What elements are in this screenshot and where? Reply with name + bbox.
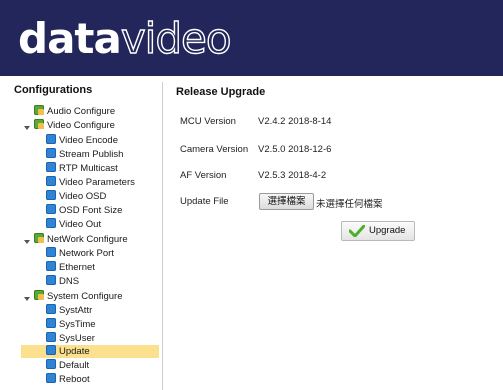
af-version-value: V2.5.3 2018-4-2: [258, 170, 327, 181]
page-icon: [46, 359, 56, 369]
page-icon: [46, 318, 56, 328]
sidebar-item-reboot[interactable]: Reboot: [46, 373, 90, 386]
mcu-version-value: V2.4.2 2018-8-14: [258, 116, 332, 127]
sidebar-item-video-parameters[interactable]: Video Parameters: [46, 176, 135, 189]
sidebar-item-video-osd[interactable]: Video OSD: [46, 190, 106, 203]
page-icon: [46, 304, 56, 314]
page-icon: [46, 176, 56, 186]
page-icon: [46, 190, 56, 200]
sidebar-item-label: System Configure: [47, 291, 123, 302]
folder-icon: [34, 105, 44, 115]
page-icon: [46, 134, 56, 144]
sidebar-item-label: NetWork Configure: [47, 234, 128, 245]
camera-version-value: V2.5.0 2018-12-6: [258, 144, 332, 155]
page-title: Release Upgrade: [176, 86, 266, 98]
sidebar-item-label: Update: [59, 346, 90, 357]
page-icon: [46, 162, 56, 172]
sidebar-item-label: Default: [59, 360, 90, 371]
af-version-label: AF Version: [180, 170, 227, 181]
app-header: datavideo: [0, 0, 503, 76]
sidebar-item-label: OSD Font Size: [59, 205, 123, 216]
upgrade-button[interactable]: Upgrade: [341, 221, 415, 241]
datavideo-logo: datavideo: [18, 13, 232, 64]
sidebar-item-label: SysUser: [59, 333, 95, 344]
sidebar-item-systime[interactable]: SysTime: [46, 318, 96, 331]
sidebar-item-label: DNS: [59, 276, 80, 287]
page-icon: [46, 275, 56, 285]
sidebar-item-dns[interactable]: DNS: [46, 275, 79, 288]
sidebar-item-rtp-multicast[interactable]: RTP Multicast: [46, 162, 118, 175]
camera-version-label: Camera Version: [180, 144, 249, 155]
page-icon: [46, 218, 56, 228]
sidebar-item-label: Ethernet: [59, 262, 95, 273]
choose-file-button[interactable]: 選擇檔案: [259, 193, 314, 210]
sidebar-item-update[interactable]: Update: [46, 345, 90, 358]
sidebar-item-label: RTP Multicast: [59, 163, 118, 174]
page-icon: [46, 148, 56, 158]
sidebar-item-stream-publish[interactable]: Stream Publish: [46, 148, 123, 161]
expand-arrow-icon[interactable]: [24, 126, 30, 130]
sidebar-item-video-configure[interactable]: Video Configure: [34, 119, 115, 132]
sidebar-item-sysuser[interactable]: SysUser: [46, 332, 95, 345]
sidebar-item-label: Network Port: [59, 248, 114, 259]
sidebar-item-label: Video OSD: [59, 191, 107, 202]
sidebar-item-systattr[interactable]: SystAttr: [46, 304, 92, 317]
sidebar-item-label: SystAttr: [59, 305, 93, 316]
sidebar-title: Configurations: [14, 84, 93, 96]
sidebar-item-label: Video Out: [59, 219, 102, 230]
update-file-label: Update File: [180, 196, 229, 207]
page-icon: [46, 247, 56, 257]
sidebar-item-label: Audio Configure: [47, 106, 116, 117]
sidebar-item-video-out[interactable]: Video Out: [46, 218, 101, 231]
no-file-chosen-text: 未選擇任何檔案: [316, 199, 383, 210]
expand-arrow-icon[interactable]: [24, 240, 30, 244]
logo-text-data: data: [18, 14, 122, 63]
sidebar-item-audio-configure[interactable]: Audio Configure: [34, 105, 115, 118]
folder-icon: [34, 233, 44, 243]
folder-icon: [34, 290, 44, 300]
selected-highlight: [21, 345, 159, 358]
sidebar-item-label: Video Encode: [59, 135, 118, 146]
sidebar-item-label: Video Configure: [47, 120, 115, 131]
sidebar-item-video-encode[interactable]: Video Encode: [46, 134, 118, 147]
sidebar-item-label: Stream Publish: [59, 149, 124, 160]
page-icon: [46, 204, 56, 214]
folder-icon: [34, 119, 44, 129]
page-icon: [46, 332, 56, 342]
page-icon: [46, 261, 56, 271]
checkmark-icon: [349, 225, 365, 237]
page-icon: [46, 373, 56, 383]
sidebar-item-network-port[interactable]: Network Port: [46, 247, 114, 260]
sidebar-item-osd-font-size[interactable]: OSD Font Size: [46, 204, 122, 217]
sidebar-item-default[interactable]: Default: [46, 359, 89, 372]
sidebar-item-system-configure[interactable]: System Configure: [34, 290, 123, 303]
sidebar-item-label: Reboot: [59, 374, 90, 385]
expand-arrow-icon[interactable]: [24, 297, 30, 301]
page-icon: [46, 345, 56, 355]
mcu-version-label: MCU Version: [180, 116, 236, 127]
sidebar-item-network-configure[interactable]: NetWork Configure: [34, 233, 128, 246]
logo-text-video: video: [120, 13, 232, 63]
sidebar-item-ethernet[interactable]: Ethernet: [46, 261, 95, 274]
sidebar-item-label: SysTime: [59, 319, 96, 330]
upgrade-button-label: Upgrade: [369, 225, 406, 236]
sidebar-item-label: Video Parameters: [59, 177, 135, 188]
